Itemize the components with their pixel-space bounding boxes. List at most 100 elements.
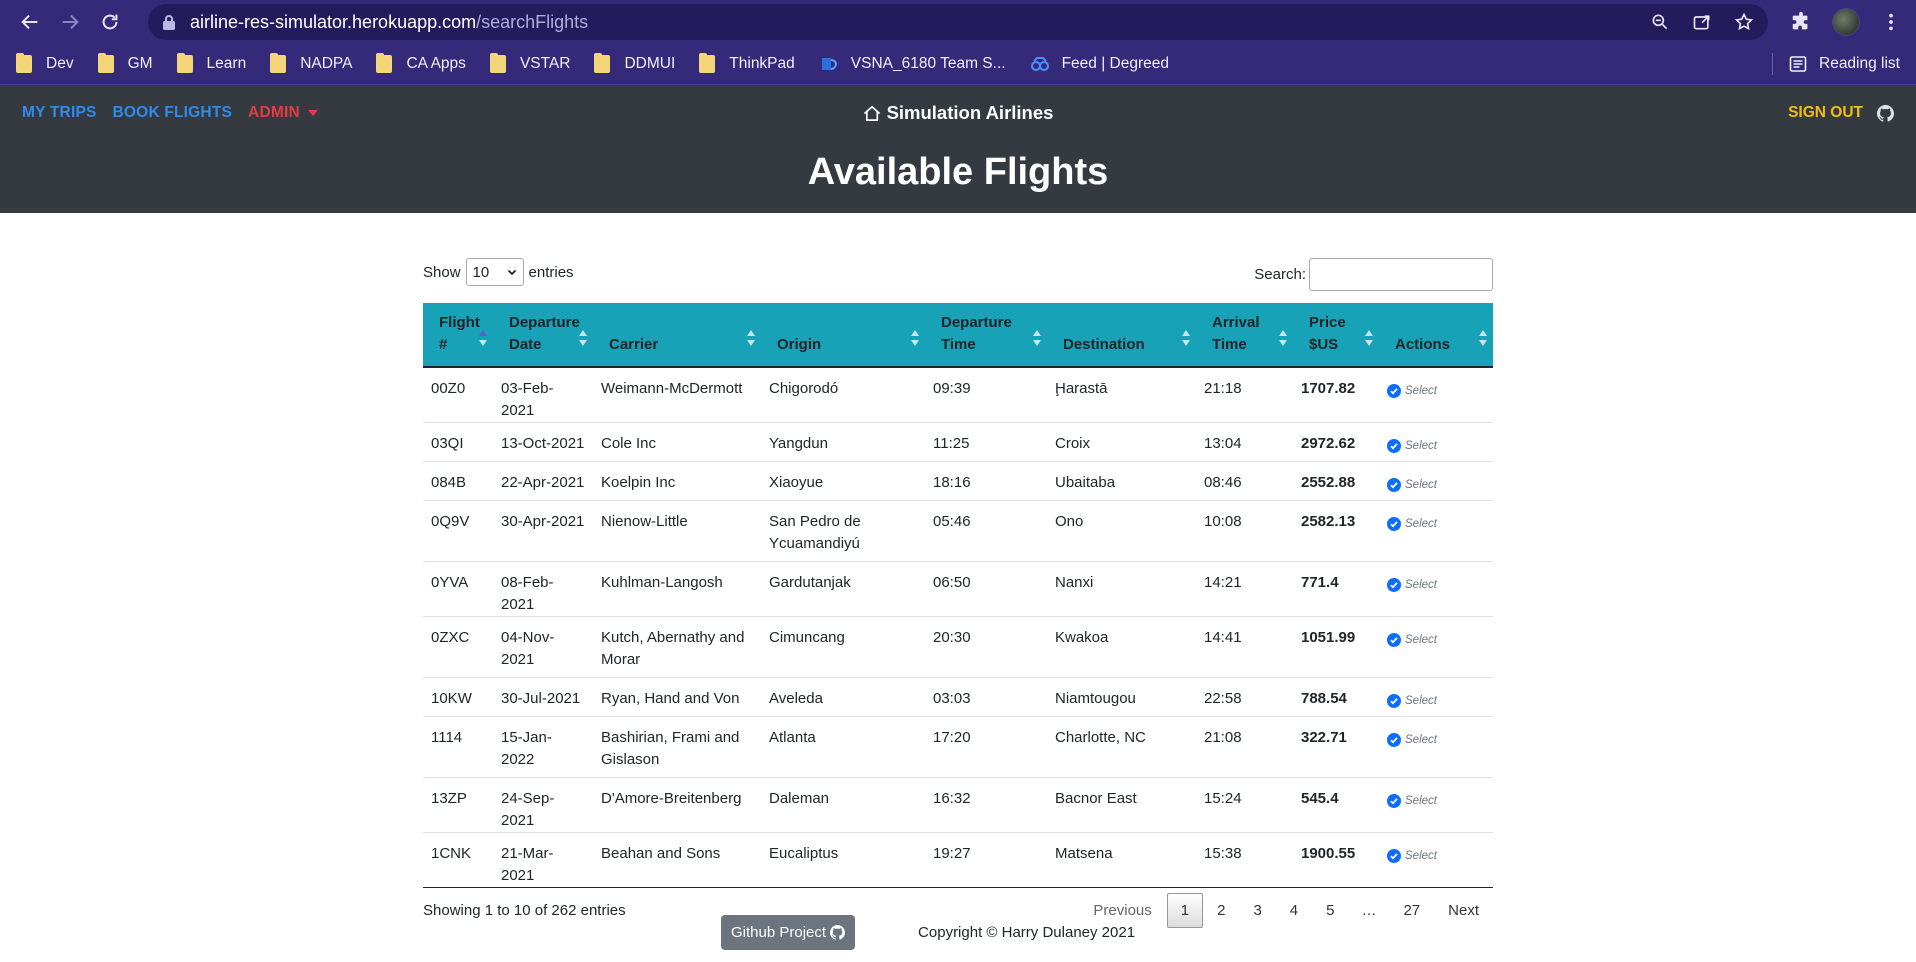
origin-cell: Gardutanjak — [761, 561, 925, 617]
menu-kebab-icon[interactable] — [1880, 11, 1902, 33]
pagination-next[interactable]: Next — [1434, 893, 1493, 928]
carrier-cell: Kuhlman-Langosh — [593, 561, 761, 617]
departure-time-cell: 11:25 — [925, 422, 1047, 462]
arrival-time-cell: 21:18 — [1204, 380, 1242, 397]
bookmark-folder[interactable]: NADPA — [270, 53, 352, 73]
back-button[interactable] — [10, 2, 50, 42]
select-flight-button[interactable]: Select — [1387, 572, 1485, 596]
select-flight-button[interactable]: Select — [1387, 433, 1485, 457]
column-header-arrival-time[interactable]: Arrival Time — [1196, 303, 1293, 368]
column-header-flight[interactable]: Flight # — [423, 303, 493, 368]
actions-cell: Select — [1379, 422, 1493, 462]
select-flight-button[interactable]: Select — [1387, 627, 1485, 651]
carrier-cell: Beahan and Sons — [593, 832, 761, 888]
origin-cell: Xiaoyue — [761, 461, 925, 501]
select-flight-button[interactable]: Select — [1387, 843, 1485, 867]
select-flight-button[interactable]: Select — [1387, 688, 1485, 712]
sort-icon — [911, 330, 919, 346]
entries-per-page-select[interactable]: 10 — [465, 258, 524, 286]
origin-cell: Aveleda — [761, 677, 925, 717]
select-flight-button[interactable]: Select — [1387, 727, 1485, 751]
github-icon[interactable] — [1877, 104, 1894, 122]
pagination-page-2[interactable]: 2 — [1203, 893, 1239, 928]
column-header-actions[interactable]: Actions — [1379, 303, 1493, 368]
sign-out-link[interactable]: SIGN OUT — [1788, 104, 1863, 122]
bookmark-teams[interactable]: VSNA_6180 Team S... — [819, 54, 1006, 74]
select-flight-button[interactable]: Select — [1387, 378, 1485, 402]
check-circle-icon — [1387, 578, 1401, 592]
table-row: 03QI 13-Oct-2021 Cole Inc Yangdun 11:25 Croix… — [423, 422, 1493, 462]
column-header-departure-date[interactable]: Departure Date — [493, 303, 593, 368]
pagination: Previous 1 2 3 4 5 … 27 Next — [1079, 893, 1493, 928]
departure-date-cell: 21-Mar-2021 — [493, 832, 593, 888]
github-icon — [830, 925, 846, 940]
carrier-cell: Cole Inc — [593, 422, 761, 462]
table-row: 13ZP 24-Sep-2021 D'Amore-Breitenberg Dalema… — [423, 777, 1493, 833]
price-cell: 322.71 — [1293, 716, 1379, 778]
pagination-page-1[interactable]: 1 — [1166, 893, 1204, 928]
nav-admin-dropdown[interactable]: ADMIN — [248, 104, 318, 122]
column-header-departure-time[interactable]: Departure Time — [925, 303, 1047, 368]
select-label: Select — [1405, 579, 1437, 591]
site-footer: Github Project Copyright © Harry Dulaney… — [721, 915, 1135, 950]
bookmark-degreed[interactable]: Feed | Degreed — [1030, 54, 1169, 74]
address-bar[interactable]: airline-res-simulator.herokuapp.com/sear… — [148, 4, 1768, 40]
nav-book-flights-link[interactable]: BOOK FLIGHTS — [113, 104, 233, 122]
departure-date-cell: 03-Feb-2021 — [501, 380, 554, 419]
column-header-destination[interactable]: Destination — [1047, 303, 1196, 368]
folder-icon — [699, 53, 716, 73]
departure-date-cell: 24-Sep-2021 — [493, 777, 593, 833]
bookmark-folder[interactable]: GM — [97, 53, 153, 73]
bookmark-label: DDMUI — [624, 55, 676, 72]
bookmark-label: ThinkPad — [729, 55, 795, 72]
brand-logo-link[interactable]: Simulation Airlines — [863, 85, 1053, 141]
select-label: Select — [1405, 695, 1437, 707]
check-circle-icon — [1387, 478, 1401, 492]
extensions-puzzle-icon[interactable] — [1790, 11, 1812, 33]
price-cell: 2972.62 — [1293, 422, 1379, 462]
bookmark-label: Dev — [46, 55, 74, 72]
nav-admin-label: ADMIN — [248, 104, 300, 121]
select-flight-button[interactable]: Select — [1387, 511, 1485, 535]
column-header-origin[interactable]: Origin — [761, 303, 925, 368]
browser-toolbar: airline-res-simulator.herokuapp.com/sear… — [0, 0, 1916, 44]
bookmark-folder[interactable]: VSTAR — [489, 53, 570, 73]
select-label: Select — [1405, 518, 1437, 530]
bookmark-folder[interactable]: DDMUI — [594, 53, 676, 73]
zoom-icon[interactable] — [1650, 12, 1670, 32]
pagination-page-3[interactable]: 3 — [1239, 893, 1275, 928]
carrier-cell: D'Amore-Breitenberg — [593, 777, 761, 833]
github-project-button[interactable]: Github Project — [721, 915, 856, 950]
column-header-price[interactable]: Price $US — [1293, 303, 1379, 368]
origin-cell: Yangdun — [761, 422, 925, 462]
origin-cell: San Pedro de Ycuamandiyú — [761, 500, 925, 562]
profile-avatar[interactable] — [1832, 8, 1860, 36]
pagination-page-last[interactable]: 27 — [1389, 893, 1434, 928]
bookmark-folder[interactable]: CA Apps — [376, 53, 466, 73]
forward-button[interactable] — [50, 2, 90, 42]
bookmark-star-icon[interactable] — [1734, 12, 1754, 32]
select-flight-button[interactable]: Select — [1387, 788, 1485, 812]
pagination-page-4[interactable]: 4 — [1276, 893, 1312, 928]
column-header-carrier[interactable]: Carrier — [593, 303, 761, 368]
reload-button[interactable] — [90, 2, 130, 42]
select-flight-button[interactable]: Select — [1387, 472, 1485, 496]
reading-list-button[interactable]: Reading list — [1772, 53, 1900, 75]
bookmark-folder[interactable]: ThinkPad — [699, 53, 795, 73]
table-search-input[interactable] — [1309, 258, 1493, 291]
pagination-page-5[interactable]: 5 — [1312, 893, 1348, 928]
bookmarks-bar: Dev GM Learn NADPA CA Apps VSTAR DDMUI T… — [0, 44, 1916, 85]
share-icon[interactable] — [1692, 12, 1712, 32]
arrival-time-cell: 08:46 — [1196, 461, 1293, 501]
sort-icon — [479, 330, 487, 346]
bookmark-folder[interactable]: Learn — [176, 53, 246, 73]
nav-my-trips-link[interactable]: MY TRIPS — [22, 104, 97, 122]
column-header-label: Departure Date — [509, 314, 580, 353]
chevron-down-icon — [507, 269, 516, 276]
url-host: airline-res-simulator.herokuapp.com — [190, 11, 477, 32]
select-label: Select — [1405, 850, 1437, 862]
departure-date-cell: 13-Oct-2021 — [493, 422, 593, 462]
actions-cell: Select — [1379, 832, 1493, 888]
bookmark-folder[interactable]: Dev — [16, 53, 74, 73]
actions-cell: Select — [1379, 561, 1493, 617]
